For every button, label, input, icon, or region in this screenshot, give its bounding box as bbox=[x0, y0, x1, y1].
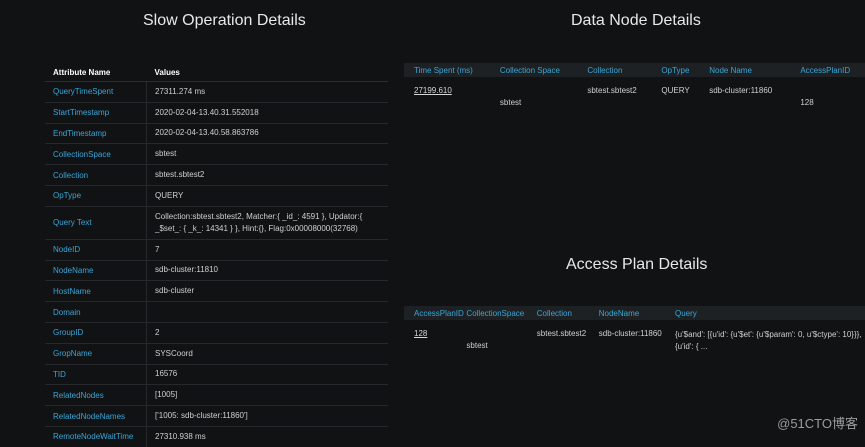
collection-cell: sbtest.sbtest2 bbox=[536, 329, 587, 338]
attribute-value: ['1005: sdb-cluster:11860'] bbox=[146, 405, 388, 427]
data-node-title: Data Node Details bbox=[571, 12, 701, 29]
access-plan-title: Access Plan Details bbox=[566, 256, 708, 273]
attribute-key[interactable]: Collection bbox=[45, 164, 147, 186]
attribute-key[interactable]: TID bbox=[45, 363, 147, 385]
attribute-value: SYSCoord bbox=[146, 342, 388, 365]
table-row: GropName SYSCoord bbox=[45, 342, 388, 365]
table-row: 27199.610 sbtest sbtest.sbtest2 QUERY sd… bbox=[404, 77, 865, 107]
table-row: EndTimestamp 2020-02-04-13.40.58.863786 bbox=[45, 122, 388, 144]
optype-header[interactable]: OpType bbox=[651, 63, 699, 77]
collection-space-cell: sbtest bbox=[466, 341, 488, 350]
attribute-value: QUERY bbox=[146, 184, 388, 207]
access-plan-id-cell: 128 bbox=[404, 320, 466, 353]
attribute-key[interactable]: Query Text bbox=[45, 205, 147, 240]
table-row: RelatedNodeNames ['1005: sdb-cluster:1186… bbox=[45, 405, 388, 427]
node-name-header[interactable]: Node Name bbox=[699, 63, 790, 77]
table-row: QueryTimeSpent 27311.274 ms bbox=[45, 81, 388, 103]
time-spent-cell: 27199.610 bbox=[404, 77, 490, 107]
attribute-value: 27310.938 ms bbox=[146, 425, 388, 447]
access-plan-id-cell: 128 bbox=[800, 98, 814, 107]
collection-cell: sbtest.sbtest2 bbox=[587, 86, 637, 95]
attribute-key[interactable]: CollectionSpace bbox=[45, 143, 147, 165]
attribute-value: 7 bbox=[146, 238, 388, 261]
attribute-value: 2020-02-04-13.40.58.863786 bbox=[146, 122, 388, 144]
attribute-value bbox=[146, 301, 388, 323]
table-header-row: Attribute Name Values bbox=[45, 63, 388, 82]
attribute-value: sdb-cluster:11810 bbox=[146, 259, 388, 281]
time-spent-link[interactable]: 27199.610 bbox=[414, 86, 452, 95]
node-name-cell: sdb-cluster:11860 bbox=[709, 86, 773, 95]
slow-operation-title: Slow Operation Details bbox=[143, 12, 306, 29]
slow-operation-table: Attribute Name Values QueryTimeSpent 2731… bbox=[45, 63, 388, 447]
attribute-key[interactable]: RelatedNodes bbox=[45, 384, 147, 406]
attribute-key[interactable]: RelatedNodeNames bbox=[45, 405, 147, 427]
table-row: CollectionSpace sbtest bbox=[45, 143, 388, 165]
attribute-value: Collection:sbtest.sbtest2, Matcher:{ _id… bbox=[146, 205, 388, 240]
values-header: Values bbox=[146, 63, 388, 82]
table-row: TID 16576 bbox=[45, 363, 388, 385]
attribute-value: 27311.274 ms bbox=[146, 81, 388, 103]
table-row: RelatedNodes [1005] bbox=[45, 384, 388, 406]
collection-space-cell: sbtest bbox=[499, 98, 522, 107]
table-row: Domain bbox=[45, 301, 388, 323]
node-name-cell: sdb-cluster:11860 bbox=[598, 329, 662, 338]
query-cell: {u'$and': [{u'id': {u'$et': {u'$param': … bbox=[675, 330, 862, 351]
attribute-name-header: Attribute Name bbox=[45, 63, 147, 82]
optype-cell: QUERY bbox=[661, 86, 690, 95]
table-row: StartTimestamp 2020-02-04-13.40.31.552018 bbox=[45, 101, 388, 124]
table-row: GroupID 2 bbox=[45, 321, 388, 344]
attribute-value: sdb-cluster bbox=[146, 280, 388, 302]
access-plan-id-link[interactable]: 128 bbox=[414, 329, 427, 338]
table-row: RemoteNodeWaitTime 27310.938 ms bbox=[45, 425, 388, 447]
attribute-key[interactable]: Domain bbox=[45, 301, 147, 323]
data-node-table: Time Spent (ms) Collection Space Collect… bbox=[404, 63, 865, 107]
table-row: 128 sbtest sbtest.sbtest2 sdb-cluster:11… bbox=[404, 320, 865, 353]
attribute-value: 16576 bbox=[146, 363, 388, 385]
node-name-header[interactable]: NodeName bbox=[589, 306, 665, 320]
table-row: NodeName sdb-cluster:11810 bbox=[45, 259, 388, 281]
attribute-key[interactable]: QueryTimeSpent bbox=[45, 81, 147, 103]
table-row: Query Text Collection:sbtest.sbtest2, Mat… bbox=[45, 205, 388, 240]
attribute-key[interactable]: EndTimestamp bbox=[45, 122, 147, 144]
attribute-value: sbtest bbox=[146, 143, 388, 165]
attribute-key[interactable]: StartTimestamp bbox=[45, 101, 147, 124]
attribute-key[interactable]: RemoteNodeWaitTime bbox=[45, 425, 147, 447]
watermark: @51CTO博客 bbox=[777, 416, 858, 431]
time-spent-header[interactable]: Time Spent (ms) bbox=[404, 63, 490, 77]
collection-header[interactable]: Collection bbox=[527, 306, 589, 320]
attribute-key[interactable]: GropName bbox=[45, 342, 147, 365]
table-row: Collection sbtest.sbtest2 bbox=[45, 164, 388, 186]
table-header-row: AccessPlanID CollectionSpace Collection … bbox=[404, 306, 865, 320]
table-row: HostName sdb-cluster bbox=[45, 280, 388, 302]
attribute-value: sbtest.sbtest2 bbox=[146, 164, 388, 186]
table-row: OpType QUERY bbox=[45, 184, 388, 207]
attribute-value: [1005] bbox=[146, 384, 388, 406]
attribute-key[interactable]: OpType bbox=[45, 184, 147, 207]
attribute-value: 2020-02-04-13.40.31.552018 bbox=[146, 101, 388, 124]
access-plan-table: AccessPlanID CollectionSpace Collection … bbox=[404, 306, 865, 353]
attribute-key[interactable]: NodeID bbox=[45, 238, 147, 261]
attribute-key[interactable]: NodeName bbox=[45, 259, 147, 281]
attribute-key[interactable]: GroupID bbox=[45, 321, 147, 344]
collection-space-header[interactable]: Collection Space bbox=[490, 63, 577, 77]
collection-space-header[interactable]: CollectionSpace bbox=[466, 306, 526, 320]
table-row: NodeID 7 bbox=[45, 238, 388, 261]
table-header-row: Time Spent (ms) Collection Space Collect… bbox=[404, 63, 865, 77]
query-header[interactable]: Query bbox=[665, 306, 865, 320]
attribute-key[interactable]: HostName bbox=[45, 280, 147, 302]
access-plan-id-header[interactable]: AccessPlanID bbox=[790, 63, 865, 77]
access-plan-id-header[interactable]: AccessPlanID bbox=[404, 306, 466, 320]
attribute-value: 2 bbox=[146, 321, 388, 344]
collection-header[interactable]: Collection bbox=[577, 63, 651, 77]
